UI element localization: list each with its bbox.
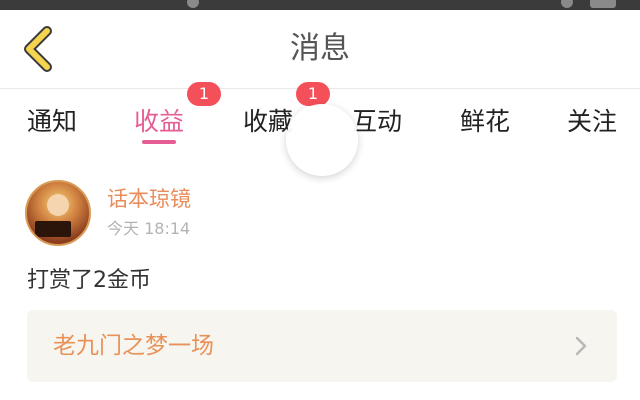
- tab-following[interactable]: 关注: [560, 90, 624, 150]
- battery-icon: [590, 0, 616, 8]
- active-tab-indicator: [142, 140, 176, 144]
- tab-notifications[interactable]: 通知: [20, 90, 84, 150]
- top-bar: 消息: [0, 10, 640, 89]
- timestamp: 今天 18:14: [107, 219, 191, 238]
- avatar-tag: [35, 221, 71, 237]
- avatar[interactable]: [25, 180, 91, 246]
- status-dot-icon: [187, 0, 199, 8]
- tab-label: 鲜花: [459, 107, 510, 136]
- tab-label: 互动: [351, 107, 402, 136]
- tab-label: 收益: [133, 107, 184, 136]
- tab-earnings[interactable]: 收益 1: [127, 82, 221, 150]
- work-link-card[interactable]: 老九门之梦一场: [27, 310, 617, 382]
- floating-touch-button[interactable]: [286, 104, 358, 176]
- sender-name[interactable]: 话本琼镜: [107, 183, 191, 213]
- chevron-right-icon: [575, 336, 587, 356]
- notification-message: 打赏了2金币: [27, 268, 151, 293]
- tab-label: 收藏: [242, 107, 293, 136]
- status-dot-icon: [561, 0, 573, 8]
- tab-label: 通知: [26, 107, 77, 136]
- status-bar: [0, 0, 640, 10]
- tab-flowers[interactable]: 鲜花: [453, 90, 517, 150]
- tab-badge: 1: [187, 82, 221, 106]
- work-title: 老九门之梦一场: [53, 333, 214, 359]
- tab-badge: 1: [296, 82, 330, 106]
- tab-label: 关注: [566, 107, 617, 136]
- page-title: 消息: [290, 31, 350, 66]
- avatar-face: [47, 194, 69, 216]
